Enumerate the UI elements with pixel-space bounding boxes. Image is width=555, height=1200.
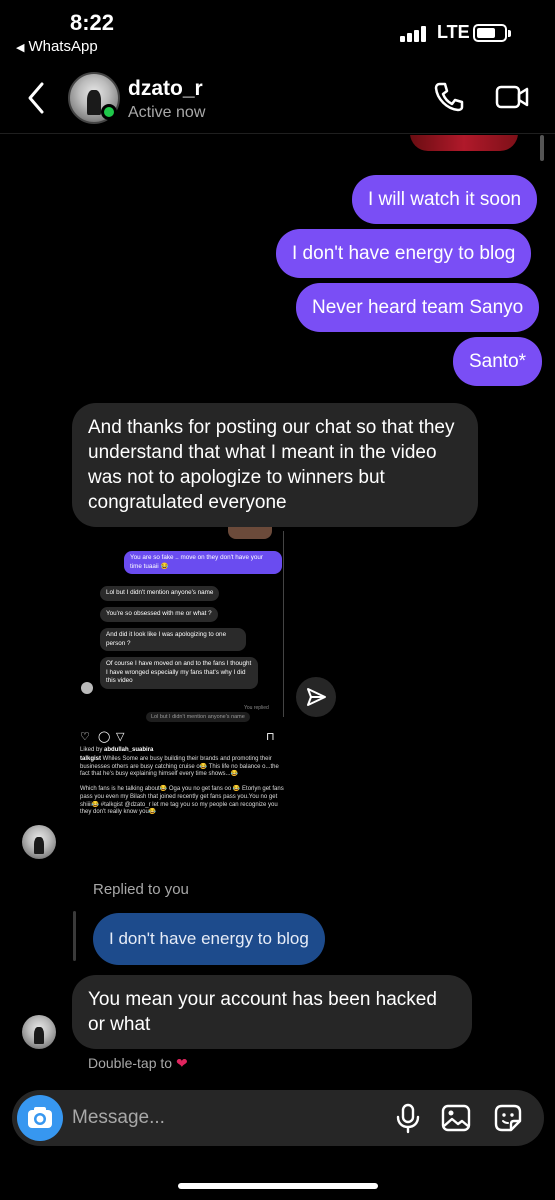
received-message[interactable]: And thanks for posting our chat so that … [72,403,478,527]
sender-avatar[interactable] [22,1015,56,1049]
sticker-icon [494,1104,522,1132]
sticker-button[interactable] [492,1102,524,1134]
voice-call-button[interactable] [432,80,466,114]
status-bar: 8:22 ◀ WhatsApp LTE [0,0,555,62]
heart-icon: ❤ [175,1055,188,1071]
phone-icon [434,82,464,112]
mini-received-message: You're so obsessed with me or what ? [100,607,218,622]
post-divider [283,531,284,717]
shared-media-preview[interactable] [410,135,518,151]
chevron-left-icon [28,82,44,114]
reply-indicator-bar [73,911,76,961]
post-likes: Liked by abdullah_suabira [80,747,154,753]
post-caption: talkgist Whiles Some are busy building t… [80,756,284,816]
gallery-icon [441,1104,471,1132]
mini-sent-message: You are so fake .. move on they don't ha… [124,551,282,574]
video-call-button[interactable] [494,80,530,114]
sender-avatar[interactable] [22,825,56,859]
mini-avatar [81,682,93,694]
quoted-reply-bubble[interactable]: I don't have energy to blog [93,913,325,965]
double-tap-hint: Double-tap to ❤ [88,1055,188,1071]
chat-header: dzato_r Active now [0,62,555,134]
back-app-label: WhatsApp [28,38,98,55]
battery-icon [473,24,511,42]
shared-post[interactable]: You are so fake .. move on they don't ha… [78,527,285,855]
back-triangle-icon: ◀ [16,42,25,54]
paper-plane-icon [307,688,326,706]
sent-message[interactable]: I don't have energy to blog [276,229,532,278]
scrollbar[interactable] [540,135,544,161]
post-image-strip [228,527,272,539]
message-input[interactable] [72,1100,322,1136]
share-icon: ▽ [116,731,125,743]
network-label: LTE [437,22,470,42]
mini-replied-label: You replied [244,705,269,711]
heart-outline-icon: ♡ [80,731,90,743]
mini-received-message: Lol but I didn't mention anyone's name [100,586,220,601]
comment-icon: ◯ [98,731,111,743]
online-indicator [101,104,117,120]
forward-button[interactable] [296,677,336,717]
message-composer [12,1090,544,1146]
microphone-button[interactable] [392,1102,424,1134]
bookmark-icon: ⊓ [266,731,275,743]
contact-name[interactable]: dzato_r [128,77,203,101]
signal-icon [400,26,430,42]
mini-received-message: And did it look like I was apologizing t… [100,628,246,651]
sent-message[interactable]: I will watch it soon [352,175,538,224]
sent-message[interactable]: Never heard team Sanyo [296,283,540,332]
status-time: 8:22 [70,10,115,35]
mini-received-message: Of course I have moved on and to the fan… [100,657,258,689]
mini-quoted-message: Lol but I didn't mention anyone's name [146,712,250,722]
camera-button[interactable] [17,1095,63,1141]
post-actions: ♡ ◯ ▽ ⊓ [80,730,280,744]
video-camera-icon [495,85,529,109]
contact-status: Active now [128,104,206,121]
sent-message[interactable]: Santo* [453,337,543,386]
home-indicator[interactable] [178,1183,378,1189]
gallery-button[interactable] [440,1102,472,1134]
replied-to-label: Replied to you [93,881,189,898]
microphone-icon [396,1103,420,1134]
back-to-app-link[interactable]: ◀ WhatsApp [16,38,98,55]
back-button[interactable] [22,78,52,118]
received-message[interactable]: You mean your account has been hacked or… [72,975,472,1049]
chat-area[interactable]: I will watch it soon I don't have energy… [0,135,555,1085]
camera-icon [28,1107,52,1128]
